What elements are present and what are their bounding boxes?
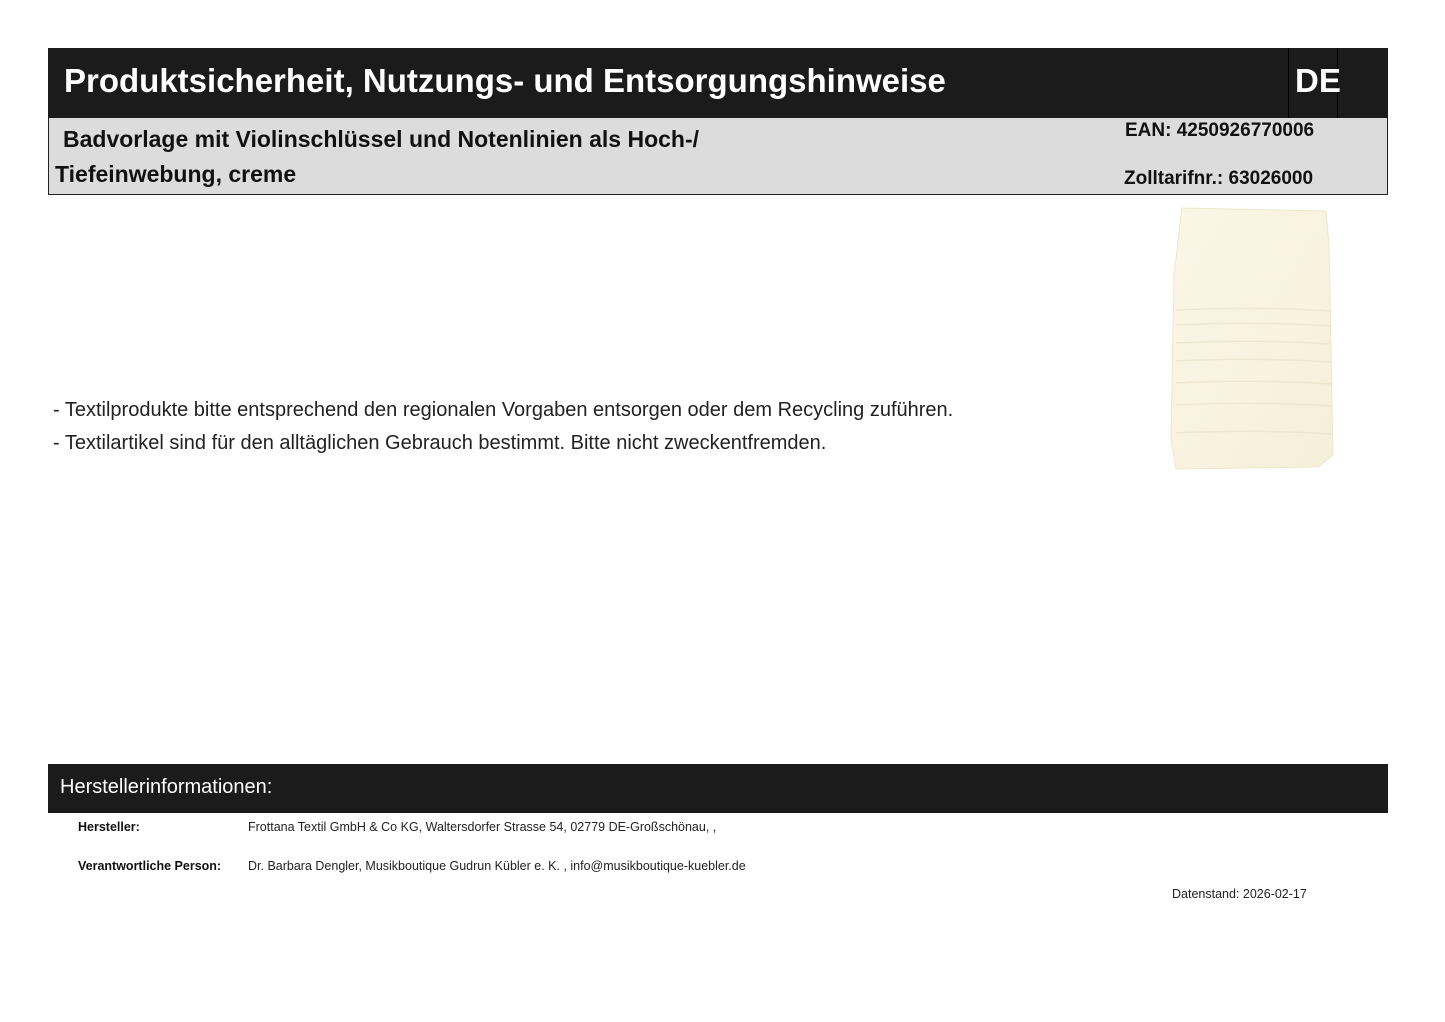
responsible-person-label: Verantwortliche Person: [78,859,222,873]
bath-mat-shape [1170,207,1334,470]
product-name-line-2: Tiefeinwebung, creme [55,161,297,187]
product-info-bar: Badvorlage mit Violinschlüssel und Noten… [48,118,1388,195]
product-name: Badvorlage mit Violinschlüssel und Noten… [55,122,815,192]
language-code: DE [1295,62,1341,99]
manufacturer-section-title: Herstellerinformationen: [60,776,273,798]
ean-number: EAN: 4250926770006 [1125,120,1315,141]
customs-tariff-number: Zolltarifnr.: 63026000 [1124,168,1314,189]
page-title: Produktsicherheit, Nutzungs- und Entsorg… [64,62,946,99]
note-usage: - Textilartikel sind für den alltägliche… [53,432,827,454]
language-badge: DE [1288,48,1341,118]
header-bar: Produktsicherheit, Nutzungs- und Entsorg… [48,48,1388,118]
usage-notes: - Textilprodukte bitte entsprechend den … [53,394,953,460]
manufacturer-label: Hersteller: [78,820,140,834]
manufacturer-value: Frottana Textil GmbH & Co KG, Waltersdor… [248,820,717,834]
manufacturer-section-header: Herstellerinformationen: [48,764,1388,813]
responsible-person-value: Dr. Barbara Dengler, Musikboutique Gudru… [248,859,746,873]
product-name-line-1: Badvorlage mit Violinschlüssel und Noten… [63,126,700,152]
product-image-bath-mat [1170,207,1334,470]
note-disposal: - Textilprodukte bitte entsprechend den … [53,399,954,421]
data-date: Datenstand: 2026-02-17 [1172,887,1307,901]
